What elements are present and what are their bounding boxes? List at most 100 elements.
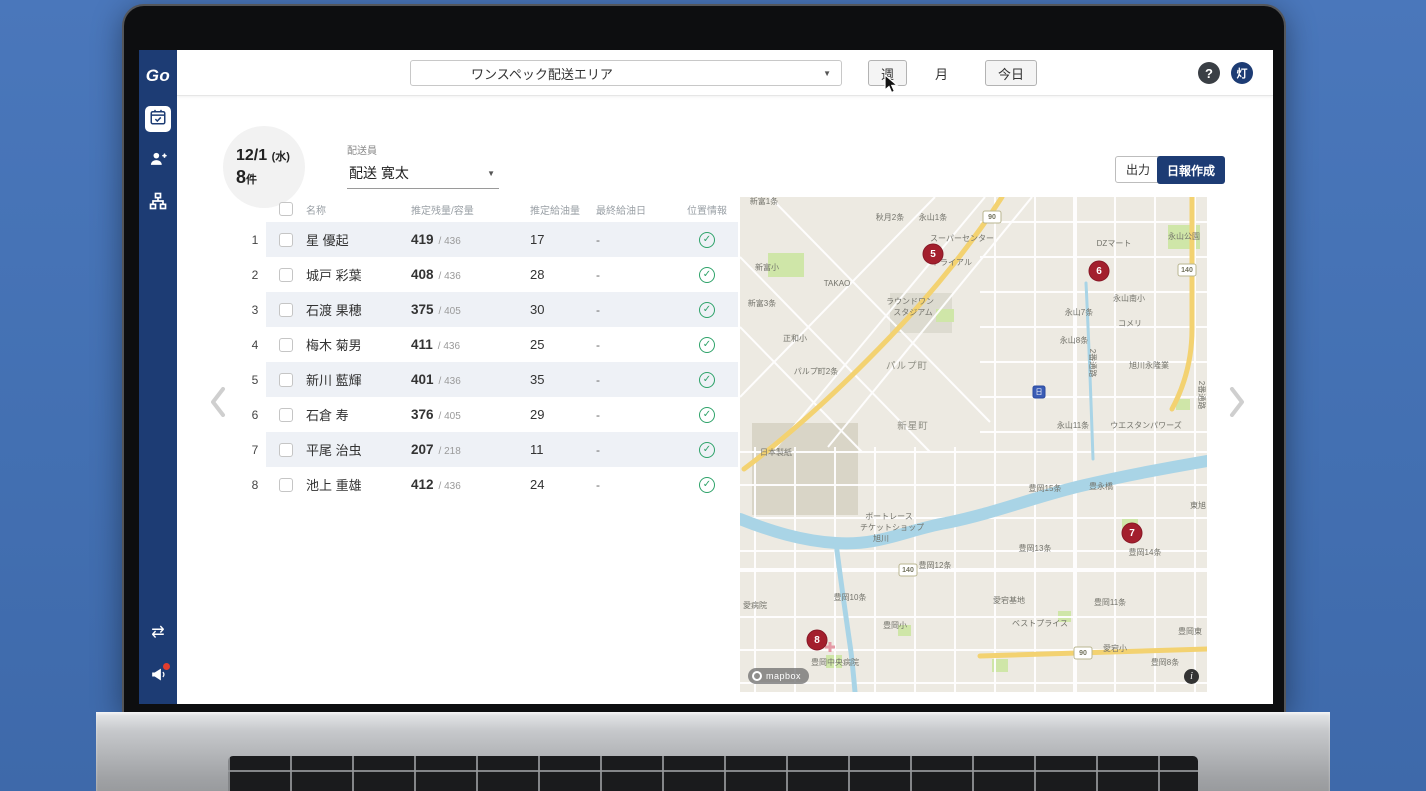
table-row[interactable]: 4 梅木 菊男 411/ 436 25 - ✓ [244, 327, 738, 362]
row-checkbox[interactable] [279, 268, 293, 282]
month-button[interactable]: 月 [922, 60, 961, 86]
svg-text:永山11条: 永山11条 [1057, 420, 1089, 430]
table-row[interactable]: 6 石倉 寿 376/ 405 29 - ✓ [244, 397, 738, 432]
row-number: 5 [244, 362, 266, 397]
table-row[interactable]: 8 池上 重雄 412/ 436 24 - ✓ [244, 467, 738, 502]
svg-text:豊岡中央病院: 豊岡中央病院 [811, 657, 859, 667]
map-marker-6[interactable]: 6 [1089, 261, 1109, 281]
map-marker-8[interactable]: 8 [807, 630, 827, 650]
remaining-capacity: 376/ 405 [411, 407, 516, 422]
row-checkbox[interactable] [279, 233, 293, 247]
row-checkbox[interactable] [279, 373, 293, 387]
refuel-amount: 25 [516, 337, 588, 352]
row-number: 6 [244, 397, 266, 432]
chevron-right-icon [1229, 387, 1245, 417]
area-select[interactable]: ワンスペック配送エリア ▼ [410, 60, 842, 86]
map-panel[interactable]: 9014014090 新富1条秋月2条永山1条スーパーセンタートライアルDZマー… [740, 197, 1207, 692]
table-row[interactable]: 5 新川 藍輝 401/ 436 35 - ✓ [244, 362, 738, 397]
svg-text:秋月2条: 秋月2条 [876, 212, 904, 222]
svg-text:新富3条: 新富3条 [748, 298, 776, 308]
map-marker-7[interactable]: 7 [1122, 523, 1142, 543]
map-canvas[interactable]: 9014014090 新富1条秋月2条永山1条スーパーセンタートライアルDZマー… [740, 197, 1207, 692]
remaining-capacity: 207/ 218 [411, 442, 516, 457]
report-button[interactable]: 日報作成 [1157, 156, 1225, 184]
select-all-checkbox[interactable] [279, 202, 293, 216]
person-add-icon [148, 149, 168, 174]
table-row[interactable]: 3 石渡 果穂 375/ 405 30 - ✓ [244, 292, 738, 327]
count-unit: 件 [246, 174, 257, 186]
driver-select-value: 配送 寛太 [349, 163, 409, 183]
svg-text:永山1条: 永山1条 [919, 212, 947, 222]
map-info-button[interactable]: i [1184, 669, 1199, 684]
customer-name: 平尾 治虫 [306, 440, 411, 459]
brand-button[interactable]: 灯 [1231, 62, 1253, 84]
table-row[interactable]: 1 星 優起 419/ 436 17 - ✓ [244, 222, 738, 257]
chevron-down-icon: ▼ [823, 69, 831, 78]
location-check-icon: ✓ [699, 477, 715, 493]
last-refuel-date: - [588, 268, 678, 282]
customer-name: 城戸 彩葉 [306, 265, 411, 284]
map-marker-5[interactable]: 5 [923, 244, 943, 264]
svg-text:2番通路: 2番通路 [1088, 349, 1098, 377]
svg-text:6: 6 [1096, 266, 1102, 277]
svg-text:パルプ町: パルプ町 [886, 361, 928, 372]
last-refuel-date: - [588, 373, 678, 387]
prev-page-button[interactable] [207, 384, 229, 420]
driver-select[interactable]: 配送 寛太 ▼ [347, 157, 499, 189]
refuel-amount: 35 [516, 372, 588, 387]
svg-text:ベストプライス: ベストプライス [1012, 619, 1068, 628]
row-checkbox[interactable] [279, 443, 293, 457]
table-row[interactable]: 7 平尾 治虫 207/ 218 11 - ✓ [244, 432, 738, 467]
col-name: 名称 [306, 202, 411, 217]
weekday-text: (水) [272, 151, 290, 163]
app-window: Go [139, 50, 1273, 704]
remaining-capacity: 408/ 436 [411, 267, 516, 282]
customer-name: 梅木 菊男 [306, 335, 411, 354]
sidebar-item-transfer[interactable]: ⇄ [145, 620, 171, 646]
refuel-amount: 29 [516, 407, 588, 422]
svg-text:新富1条: 新富1条 [750, 197, 778, 206]
svg-text:永山7条: 永山7条 [1065, 307, 1093, 317]
laptop-screen: Go [122, 4, 1286, 712]
row-number: 8 [244, 467, 266, 502]
svg-text:豊岡10条: 豊岡10条 [834, 592, 867, 602]
last-refuel-date: - [588, 233, 678, 247]
row-number: 4 [244, 327, 266, 362]
week-button[interactable]: 週 [868, 60, 907, 86]
svg-text:DZマート: DZマート [1097, 239, 1132, 248]
table-row[interactable]: 2 城戸 彩葉 408/ 436 28 - ✓ [244, 257, 738, 292]
next-page-button[interactable] [1226, 384, 1248, 420]
sidebar-item-organization[interactable] [145, 190, 171, 216]
svg-text:愛宕基地: 愛宕基地 [993, 595, 1025, 605]
export-button[interactable]: 出力 [1115, 156, 1161, 183]
row-checkbox[interactable] [279, 303, 293, 317]
svg-text:豊岡14条: 豊岡14条 [1129, 547, 1162, 557]
customer-name: 星 優起 [306, 230, 411, 249]
table-body: 1 星 優起 419/ 436 17 - ✓ 2 城戸 彩葉 408/ 436 … [244, 222, 738, 502]
row-checkbox[interactable] [279, 338, 293, 352]
today-button[interactable]: 今日 [985, 60, 1037, 86]
customer-name: 池上 重雄 [306, 475, 411, 494]
chevron-left-icon [210, 387, 226, 417]
last-refuel-date: - [588, 338, 678, 352]
sidebar-item-schedule[interactable] [145, 106, 171, 132]
svg-text:90: 90 [1079, 650, 1087, 657]
row-number: 3 [244, 292, 266, 327]
remaining-capacity: 419/ 436 [411, 232, 516, 247]
row-checkbox[interactable] [279, 408, 293, 422]
sidebar-item-customers[interactable] [145, 148, 171, 174]
svg-text:豊岡8条: 豊岡8条 [1151, 657, 1179, 667]
location-check-icon: ✓ [699, 232, 715, 248]
location-check-icon: ✓ [699, 407, 715, 423]
remaining-capacity: 375/ 405 [411, 302, 516, 317]
svg-text:7: 7 [1129, 528, 1135, 539]
sidebar-item-announcements[interactable] [145, 664, 171, 690]
svg-text:5: 5 [930, 249, 936, 260]
content: 12/1 (水) 8件 配送員 配送 寛太 ▼ 出力 日報作成 [177, 96, 1273, 704]
svg-text:TAKAO: TAKAO [824, 279, 851, 288]
mapbox-logo[interactable]: mapbox [748, 668, 809, 684]
row-checkbox[interactable] [279, 478, 293, 492]
help-button[interactable]: ? [1198, 62, 1220, 84]
fuel-table: 名称 推定残量/容量 推定給油量 最終給油日 位置情報 1 星 優起 419/ … [244, 196, 738, 502]
main-area: ワンスペック配送エリア ▼ 週 月 今日 ? 灯 [177, 50, 1273, 704]
